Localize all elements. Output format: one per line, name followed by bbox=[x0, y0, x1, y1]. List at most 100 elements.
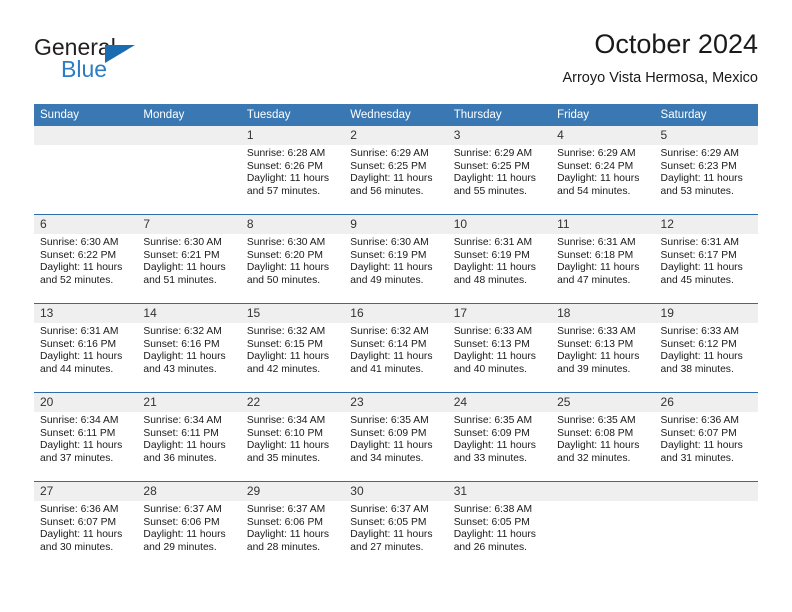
day-number: 24 bbox=[447, 393, 552, 412]
calendar-cell-day[interactable]: 31 Sunrise: 6:38 AM Sunset: 6:05 PM Dayligh… bbox=[447, 481, 552, 570]
day-sunset-text: Sunset: 6:16 PM bbox=[40, 338, 117, 350]
day-details: Sunrise: 6:30 AM Sunset: 6:19 PM Daylight:… bbox=[344, 234, 447, 287]
calendar-cell-day[interactable]: 27 Sunrise: 6:36 AM Sunset: 6:07 PM Dayligh… bbox=[34, 481, 138, 570]
day-cell: 7 Sunrise: 6:30 AM Sunset: 6:21 PM Daylight… bbox=[137, 215, 241, 303]
day-details: Sunrise: 6:29 AM Sunset: 6:25 PM Daylight:… bbox=[448, 145, 551, 198]
day-details: Sunrise: 6:34 AM Sunset: 6:10 PM Daylight:… bbox=[241, 412, 344, 465]
weekday-header-wednesday: Wednesday bbox=[344, 104, 448, 126]
day-sunrise-text: Sunrise: 6:29 AM bbox=[660, 148, 739, 159]
day-daylight-line1-text: Daylight: 11 hours bbox=[453, 262, 536, 274]
calendar-cell-empty bbox=[137, 126, 241, 215]
day-daylight-line1-text: Daylight: 11 hours bbox=[453, 351, 536, 363]
day-daylight-line2-text: and 48 minutes. bbox=[453, 274, 527, 286]
day-daylight-line2-text: and 33 minutes. bbox=[453, 452, 527, 464]
day-number: 21 bbox=[137, 393, 241, 412]
day-sunset-text: Sunset: 6:22 PM bbox=[40, 249, 117, 261]
day-sunset-text: Sunset: 6:13 PM bbox=[557, 338, 634, 350]
day-daylight-line1-text: Daylight: 11 hours bbox=[143, 262, 226, 274]
day-daylight-line2-text: and 43 minutes. bbox=[143, 363, 217, 375]
calendar-cell-day[interactable]: 5 Sunrise: 6:29 AM Sunset: 6:23 PM Daylight… bbox=[654, 126, 758, 215]
day-number: 2 bbox=[344, 126, 448, 145]
calendar-cell-day[interactable]: 17 Sunrise: 6:33 AM Sunset: 6:13 PM Dayligh… bbox=[447, 303, 552, 393]
calendar-cell-day[interactable]: 4 Sunrise: 6:29 AM Sunset: 6:24 PM Daylight… bbox=[551, 126, 655, 215]
day-details: Sunrise: 6:30 AM Sunset: 6:22 PM Daylight:… bbox=[34, 234, 137, 287]
day-sunset-text: Sunset: 6:24 PM bbox=[557, 160, 634, 172]
calendar-cell-day[interactable]: 15 Sunrise: 6:32 AM Sunset: 6:15 PM Dayligh… bbox=[240, 303, 345, 393]
calendar-cell-day[interactable]: 24 Sunrise: 6:35 AM Sunset: 6:09 PM Dayligh… bbox=[447, 392, 552, 482]
calendar-cell-day[interactable]: 13 Sunrise: 6:31 AM Sunset: 6:16 PM Dayligh… bbox=[34, 303, 138, 393]
day-details: Sunrise: 6:28 AM Sunset: 6:26 PM Daylight:… bbox=[241, 145, 344, 198]
day-sunrise-text: Sunrise: 6:32 AM bbox=[143, 326, 222, 337]
page-title: October 2024 bbox=[594, 29, 758, 59]
day-number: 31 bbox=[447, 482, 552, 501]
calendar-cell-day[interactable]: 6 Sunrise: 6:30 AM Sunset: 6:22 PM Daylight… bbox=[34, 214, 138, 304]
calendar-cell-day[interactable]: 21 Sunrise: 6:34 AM Sunset: 6:11 PM Dayligh… bbox=[137, 392, 241, 482]
day-cell bbox=[137, 126, 241, 214]
day-daylight-line1-text: Daylight: 11 hours bbox=[350, 351, 433, 363]
day-sunset-text: Sunset: 6:11 PM bbox=[40, 427, 116, 439]
day-daylight-line2-text: and 31 minutes. bbox=[660, 452, 734, 464]
day-daylight-line1-text: Daylight: 11 hours bbox=[40, 529, 123, 541]
calendar-table: Sunday Monday Tuesday Wednesday Thursday… bbox=[34, 104, 758, 570]
day-cell: 19 Sunrise: 6:33 AM Sunset: 6:12 PM Dayligh… bbox=[654, 304, 758, 392]
day-cell: 8 Sunrise: 6:30 AM Sunset: 6:20 PM Daylight… bbox=[240, 215, 345, 303]
day-sunset-text: Sunset: 6:06 PM bbox=[143, 516, 220, 528]
day-daylight-line1-text: Daylight: 11 hours bbox=[660, 351, 743, 363]
day-cell: 20 Sunrise: 6:34 AM Sunset: 6:11 PM Dayligh… bbox=[34, 393, 138, 481]
calendar-cell-day[interactable]: 7 Sunrise: 6:30 AM Sunset: 6:21 PM Daylight… bbox=[137, 214, 241, 304]
day-daylight-line1-text: Daylight: 11 hours bbox=[660, 440, 743, 452]
day-details: Sunrise: 6:30 AM Sunset: 6:20 PM Daylight:… bbox=[241, 234, 344, 287]
day-sunrise-text: Sunrise: 6:34 AM bbox=[143, 415, 222, 426]
calendar-cell-day[interactable]: 28 Sunrise: 6:37 AM Sunset: 6:06 PM Dayligh… bbox=[137, 481, 241, 570]
calendar-cell-day[interactable]: 16 Sunrise: 6:32 AM Sunset: 6:14 PM Dayligh… bbox=[344, 303, 448, 393]
day-details: Sunrise: 6:36 AM Sunset: 6:07 PM Daylight:… bbox=[655, 412, 758, 465]
day-daylight-line1-text: Daylight: 11 hours bbox=[350, 529, 433, 541]
weekday-header-sunday: Sunday bbox=[34, 104, 138, 126]
day-sunrise-text: Sunrise: 6:37 AM bbox=[246, 504, 326, 515]
day-daylight-line2-text: and 38 minutes. bbox=[660, 363, 734, 375]
calendar-cell-day[interactable]: 14 Sunrise: 6:32 AM Sunset: 6:16 PM Dayligh… bbox=[137, 303, 241, 393]
day-daylight-line2-text: and 50 minutes. bbox=[246, 274, 321, 286]
day-daylight-line2-text: and 47 minutes. bbox=[557, 274, 631, 286]
calendar-cell-day[interactable]: 26 Sunrise: 6:36 AM Sunset: 6:07 PM Dayligh… bbox=[654, 392, 758, 482]
calendar-cell-day[interactable]: 10 Sunrise: 6:31 AM Sunset: 6:19 PM Dayligh… bbox=[447, 214, 552, 304]
calendar-cell-day[interactable]: 25 Sunrise: 6:35 AM Sunset: 6:08 PM Dayligh… bbox=[551, 392, 655, 482]
calendar-cell-day[interactable]: 20 Sunrise: 6:34 AM Sunset: 6:11 PM Dayligh… bbox=[34, 392, 138, 482]
calendar-cell-day[interactable]: 30 Sunrise: 6:37 AM Sunset: 6:05 PM Dayligh… bbox=[344, 481, 448, 570]
day-daylight-line2-text: and 35 minutes. bbox=[246, 452, 321, 464]
day-details bbox=[137, 145, 240, 148]
calendar-cell-day[interactable]: 19 Sunrise: 6:33 AM Sunset: 6:12 PM Dayligh… bbox=[654, 303, 758, 393]
calendar-cell-day[interactable]: 9 Sunrise: 6:30 AM Sunset: 6:19 PM Daylight… bbox=[344, 214, 448, 304]
day-sunrise-text: Sunrise: 6:35 AM bbox=[557, 415, 636, 426]
day-sunrise-text: Sunrise: 6:31 AM bbox=[453, 237, 533, 248]
day-sunset-text: Sunset: 6:25 PM bbox=[453, 160, 530, 172]
day-number: 5 bbox=[654, 126, 758, 145]
day-daylight-line2-text: and 30 minutes. bbox=[40, 541, 114, 553]
day-number: 13 bbox=[34, 304, 138, 323]
day-sunrise-text: Sunrise: 6:38 AM bbox=[453, 504, 533, 515]
calendar-cell-day[interactable]: 8 Sunrise: 6:30 AM Sunset: 6:20 PM Daylight… bbox=[240, 214, 345, 304]
day-sunset-text: Sunset: 6:07 PM bbox=[660, 427, 737, 439]
calendar-cell-day[interactable]: 22 Sunrise: 6:34 AM Sunset: 6:10 PM Dayligh… bbox=[240, 392, 345, 482]
calendar-cell-day[interactable]: 11 Sunrise: 6:31 AM Sunset: 6:18 PM Dayligh… bbox=[551, 214, 655, 304]
calendar-cell-day[interactable]: 2 Sunrise: 6:29 AM Sunset: 6:25 PM Daylight… bbox=[344, 126, 448, 215]
day-sunset-text: Sunset: 6:16 PM bbox=[143, 338, 220, 350]
day-daylight-line1-text: Daylight: 11 hours bbox=[143, 351, 226, 363]
calendar-cell-day[interactable]: 23 Sunrise: 6:35 AM Sunset: 6:09 PM Dayligh… bbox=[344, 392, 448, 482]
calendar-cell-day[interactable]: 18 Sunrise: 6:33 AM Sunset: 6:13 PM Dayligh… bbox=[551, 303, 655, 393]
calendar-cell-day[interactable]: 1 Sunrise: 6:28 AM Sunset: 6:26 PM Daylight… bbox=[240, 126, 345, 215]
calendar-cell-day[interactable]: 3 Sunrise: 6:29 AM Sunset: 6:25 PM Daylight… bbox=[447, 126, 552, 215]
day-details: Sunrise: 6:33 AM Sunset: 6:13 PM Daylight:… bbox=[448, 323, 551, 376]
weekday-header-monday: Monday bbox=[137, 104, 241, 126]
day-details: Sunrise: 6:38 AM Sunset: 6:05 PM Daylight:… bbox=[448, 501, 551, 554]
day-daylight-line2-text: and 27 minutes. bbox=[350, 541, 424, 553]
day-sunrise-text: Sunrise: 6:35 AM bbox=[453, 415, 533, 426]
calendar-cell-day[interactable]: 29 Sunrise: 6:37 AM Sunset: 6:06 PM Dayligh… bbox=[240, 481, 345, 570]
brand-logo[interactable]: General Blue bbox=[34, 34, 234, 90]
calendar-cell-day[interactable]: 12 Sunrise: 6:31 AM Sunset: 6:17 PM Dayligh… bbox=[654, 214, 758, 304]
day-cell: 12 Sunrise: 6:31 AM Sunset: 6:17 PM Dayligh… bbox=[654, 215, 758, 303]
day-daylight-line2-text: and 54 minutes. bbox=[557, 185, 631, 197]
day-sunset-text: Sunset: 6:11 PM bbox=[143, 427, 219, 439]
day-sunset-text: Sunset: 6:13 PM bbox=[453, 338, 530, 350]
day-details: Sunrise: 6:35 AM Sunset: 6:09 PM Daylight:… bbox=[448, 412, 551, 465]
